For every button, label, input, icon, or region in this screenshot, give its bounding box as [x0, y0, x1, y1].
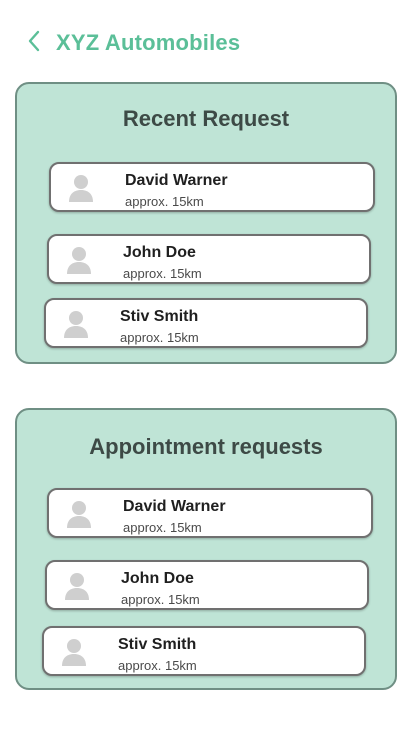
requester-distance: approx. 15km: [121, 592, 200, 607]
appointment-request-card[interactable]: Stiv Smith approx. 15km: [42, 626, 366, 676]
user-avatar-icon: [65, 172, 97, 204]
user-avatar-icon: [60, 308, 92, 340]
appointment-requests-title: Appointment requests: [89, 434, 323, 459]
requester-distance: approx. 15km: [125, 194, 204, 209]
requester-name: David Warner: [125, 172, 228, 189]
requester-name: Stiv Smith: [118, 636, 197, 653]
user-avatar-icon: [63, 244, 95, 276]
recent-request-card[interactable]: Stiv Smith approx. 15km: [44, 298, 368, 348]
requester-distance: approx. 15km: [120, 330, 199, 345]
back-button[interactable]: [22, 28, 46, 58]
appointment-request-card[interactable]: John Doe approx. 15km: [45, 560, 369, 610]
requester-name: John Doe: [123, 244, 196, 261]
chevron-left-icon: [27, 30, 41, 57]
requester-name: John Doe: [121, 570, 194, 587]
user-avatar-icon: [63, 498, 95, 530]
requester-name: Stiv Smith: [120, 308, 199, 325]
recent-request-panel: Recent Request David Warner approx. 15km…: [15, 82, 397, 364]
page: XYZ Automobiles Recent Request David War…: [0, 0, 411, 731]
appointment-requests-panel: Appointment requests David Warner approx…: [15, 408, 397, 690]
requester-distance: approx. 15km: [123, 520, 202, 535]
user-avatar-icon: [61, 570, 93, 602]
requester-name: David Warner: [123, 498, 226, 515]
recent-request-card[interactable]: David Warner approx. 15km: [49, 162, 375, 212]
appointment-request-card[interactable]: David Warner approx. 15km: [47, 488, 373, 538]
requester-distance: approx. 15km: [118, 658, 197, 673]
app-header: XYZ Automobiles: [22, 28, 240, 58]
recent-request-title: Recent Request: [122, 106, 290, 131]
page-title: XYZ Automobiles: [56, 30, 241, 55]
recent-request-card[interactable]: John Doe approx. 15km: [47, 234, 371, 284]
requester-distance: approx. 15km: [123, 266, 202, 281]
user-avatar-icon: [58, 636, 90, 668]
